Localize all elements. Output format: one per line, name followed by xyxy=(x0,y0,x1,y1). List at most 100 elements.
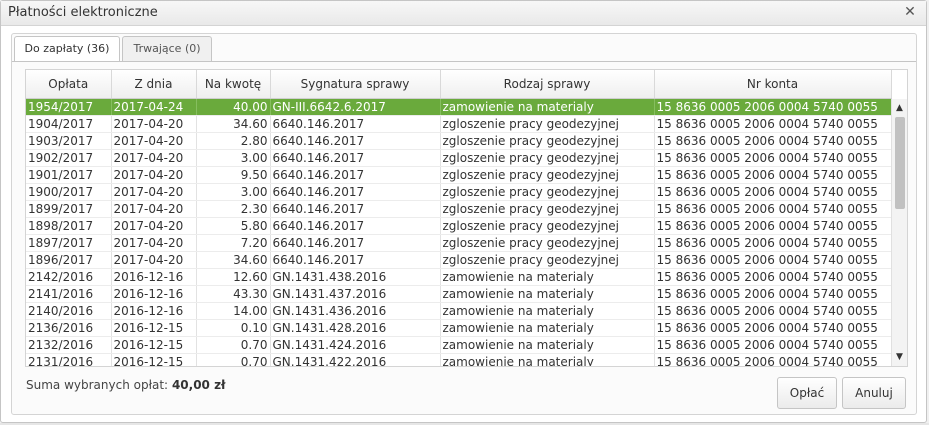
table-body: 1954/2017 2017-04-24 40.00 GN-III.6642.6.20… xyxy=(26,98,892,366)
payments-grid: Opłata Z dnia Na kwotę Sygnatura sprawy … xyxy=(26,70,892,366)
table-cell: zgloszenie pracy geodezyjnej xyxy=(440,166,655,184)
col-header-rodzaj[interactable]: Rodzaj sprawy xyxy=(440,70,655,99)
table-row[interactable]: 2142/2016 2016-12-16 12.60 GN.1431.438.2016… xyxy=(26,268,892,286)
table-cell: 3.00 xyxy=(196,183,271,201)
table-cell: 1898/2017 xyxy=(26,217,112,235)
table-cell: 15 8636 0005 2006 0004 5740 0055 xyxy=(654,132,892,150)
table-row[interactable]: 1901/2017 2017-04-20 9.50 6640.146.2017 zglo… xyxy=(26,166,892,184)
col-header-z-dnia[interactable]: Z dnia xyxy=(111,70,197,99)
table-cell: 1954/2017 xyxy=(26,98,112,116)
table-cell: 2017-04-20 xyxy=(111,200,197,218)
table-row[interactable]: 1898/2017 2017-04-20 5.80 6640.146.2017 zglo… xyxy=(26,217,892,235)
close-icon[interactable]: ✕ xyxy=(902,4,918,20)
table-cell: 15 8636 0005 2006 0004 5740 0055 xyxy=(654,268,892,286)
table-cell: 1901/2017 xyxy=(26,166,112,184)
table-cell: 1897/2017 xyxy=(26,234,112,252)
table-cell: 2016-12-16 xyxy=(111,268,197,286)
table-row[interactable]: 1900/2017 2017-04-20 3.00 6640.146.2017 zglo… xyxy=(26,183,892,201)
table-row[interactable]: 1954/2017 2017-04-24 40.00 GN-III.6642.6.20… xyxy=(26,98,892,116)
table-cell: 6640.146.2017 xyxy=(270,183,441,201)
table-cell: 2016-12-16 xyxy=(111,285,197,303)
table-cell: GN.1431.428.2016 xyxy=(270,319,441,337)
col-header-sygnatura[interactable]: Sygnatura sprawy xyxy=(270,70,441,99)
table-cell: GN.1431.424.2016 xyxy=(270,336,441,354)
col-header-nr-konta[interactable]: Nr konta xyxy=(654,70,892,99)
table-cell: 15 8636 0005 2006 0004 5740 0055 xyxy=(654,98,892,116)
table-cell: 0.10 xyxy=(196,319,271,337)
table-row[interactable]: 1897/2017 2017-04-20 7.20 6640.146.2017 zglo… xyxy=(26,234,892,252)
table-row[interactable]: 1903/2017 2017-04-20 2.80 6640.146.2017 zglo… xyxy=(26,132,892,150)
tab-trwajace[interactable]: Trwające (0) xyxy=(122,36,212,61)
table-cell: 2140/2016 xyxy=(26,302,112,320)
table-cell: zgloszenie pracy geodezyjnej xyxy=(440,149,655,167)
table-cell: 6640.146.2017 xyxy=(270,217,441,235)
table-cell: 2.30 xyxy=(196,200,271,218)
table-cell: 2.80 xyxy=(196,132,271,150)
table-cell: zamowienie na materialy xyxy=(440,353,655,366)
table-row[interactable]: 1896/2017 2017-04-20 34.60 6640.146.2017 zgl… xyxy=(26,251,892,269)
table-cell: zgloszenie pracy geodezyjnej xyxy=(440,251,655,269)
table-cell: 15 8636 0005 2006 0004 5740 0055 xyxy=(654,319,892,337)
cancel-button[interactable]: Anuluj xyxy=(842,377,906,409)
table-cell: 2016-12-15 xyxy=(111,319,197,337)
scroll-up-icon[interactable]: ▲ xyxy=(892,101,907,115)
table-row[interactable]: 2136/2016 2016-12-15 0.10 GN.1431.428.2016 z… xyxy=(26,319,892,337)
table-cell: zamowienie na materialy xyxy=(440,268,655,286)
table-row[interactable]: 2132/2016 2016-12-15 0.70 GN.1431.424.2016 z… xyxy=(26,336,892,354)
col-header-oplata[interactable]: Opłata xyxy=(26,70,112,99)
table-cell: 2017-04-20 xyxy=(111,183,197,201)
table-row[interactable]: 2131/2016 2016-12-15 0.70 GN.1431.422.2016 z… xyxy=(26,353,892,366)
table-cell: 2017-04-20 xyxy=(111,149,197,167)
table-cell: 1903/2017 xyxy=(26,132,112,150)
table-cell: 1896/2017 xyxy=(26,251,112,269)
table-cell: 7.20 xyxy=(196,234,271,252)
table-cell: 2141/2016 xyxy=(26,285,112,303)
table-row[interactable]: 2141/2016 2016-12-16 43.30 GN.1431.437.2016… xyxy=(26,285,892,303)
table-cell: 2132/2016 xyxy=(26,336,112,354)
table-header-row: Opłata Z dnia Na kwotę Sygnatura sprawy … xyxy=(26,70,892,99)
table-cell: 15 8636 0005 2006 0004 5740 0055 xyxy=(654,115,892,133)
table-cell: zamowienie na materialy xyxy=(440,336,655,354)
scroll-down-icon[interactable]: ▼ xyxy=(892,350,907,364)
table-cell: zamowienie na materialy xyxy=(440,302,655,320)
col-header-na-kwote[interactable]: Na kwotę xyxy=(196,70,271,99)
pay-button[interactable]: Opłać xyxy=(777,377,837,409)
table-row[interactable]: 1902/2017 2017-04-20 3.00 6640.146.2017 zglo… xyxy=(26,149,892,167)
table-cell: 6640.146.2017 xyxy=(270,234,441,252)
table-cell: 6640.146.2017 xyxy=(270,251,441,269)
table-cell: GN-III.6642.6.2017 xyxy=(270,98,441,116)
table-cell: zgloszenie pracy geodezyjnej xyxy=(440,234,655,252)
table-cell: 1904/2017 xyxy=(26,115,112,133)
table-cell: 15 8636 0005 2006 0004 5740 0055 xyxy=(654,285,892,303)
table-cell: 2016-12-16 xyxy=(111,302,197,320)
table-cell: 6640.146.2017 xyxy=(270,166,441,184)
table-cell: 15 8636 0005 2006 0004 5740 0055 xyxy=(654,302,892,320)
table-cell: 15 8636 0005 2006 0004 5740 0055 xyxy=(654,217,892,235)
table-row[interactable]: 2140/2016 2016-12-16 14.00 GN.1431.436.2016… xyxy=(26,302,892,320)
sum-label: Suma wybranych opłat: xyxy=(26,378,169,392)
table-row[interactable]: 1899/2017 2017-04-20 2.30 6640.146.2017 zglo… xyxy=(26,200,892,218)
table-cell: zgloszenie pracy geodezyjnej xyxy=(440,115,655,133)
table-cell: 43.30 xyxy=(196,285,271,303)
table-cell: GN.1431.436.2016 xyxy=(270,302,441,320)
table-cell: 12.60 xyxy=(196,268,271,286)
table-cell: 5.80 xyxy=(196,217,271,235)
table-cell: zgloszenie pracy geodezyjnej xyxy=(440,217,655,235)
table-cell: 15 8636 0005 2006 0004 5740 0055 xyxy=(654,166,892,184)
table-cell: 15 8636 0005 2006 0004 5740 0055 xyxy=(654,251,892,269)
tab-do-zaplaty[interactable]: Do zapłaty (36) xyxy=(14,36,120,62)
table-cell: zgloszenie pracy geodezyjnej xyxy=(440,183,655,201)
vertical-scrollbar[interactable]: ▲ ▼ xyxy=(891,99,907,366)
table-cell: zamowienie na materialy xyxy=(440,319,655,337)
table-row[interactable]: 1904/2017 2017-04-20 34.60 6640.146.2017 zgl… xyxy=(26,115,892,133)
scrollbar-thumb[interactable] xyxy=(895,117,905,209)
dialog-title: Płatności elektroniczne xyxy=(8,5,158,20)
table-cell: zgloszenie pracy geodezyjnej xyxy=(440,200,655,218)
table-cell: 15 8636 0005 2006 0004 5740 0055 xyxy=(654,149,892,167)
table-cell: GN.1431.422.2016 xyxy=(270,353,441,366)
table-cell: 15 8636 0005 2006 0004 5740 0055 xyxy=(654,336,892,354)
table-cell: 2017-04-20 xyxy=(111,132,197,150)
payments-table: Opłata Z dnia Na kwotę Sygnatura sprawy … xyxy=(25,69,908,367)
table-cell: 2017-04-20 xyxy=(111,166,197,184)
table-cell: 1899/2017 xyxy=(26,200,112,218)
